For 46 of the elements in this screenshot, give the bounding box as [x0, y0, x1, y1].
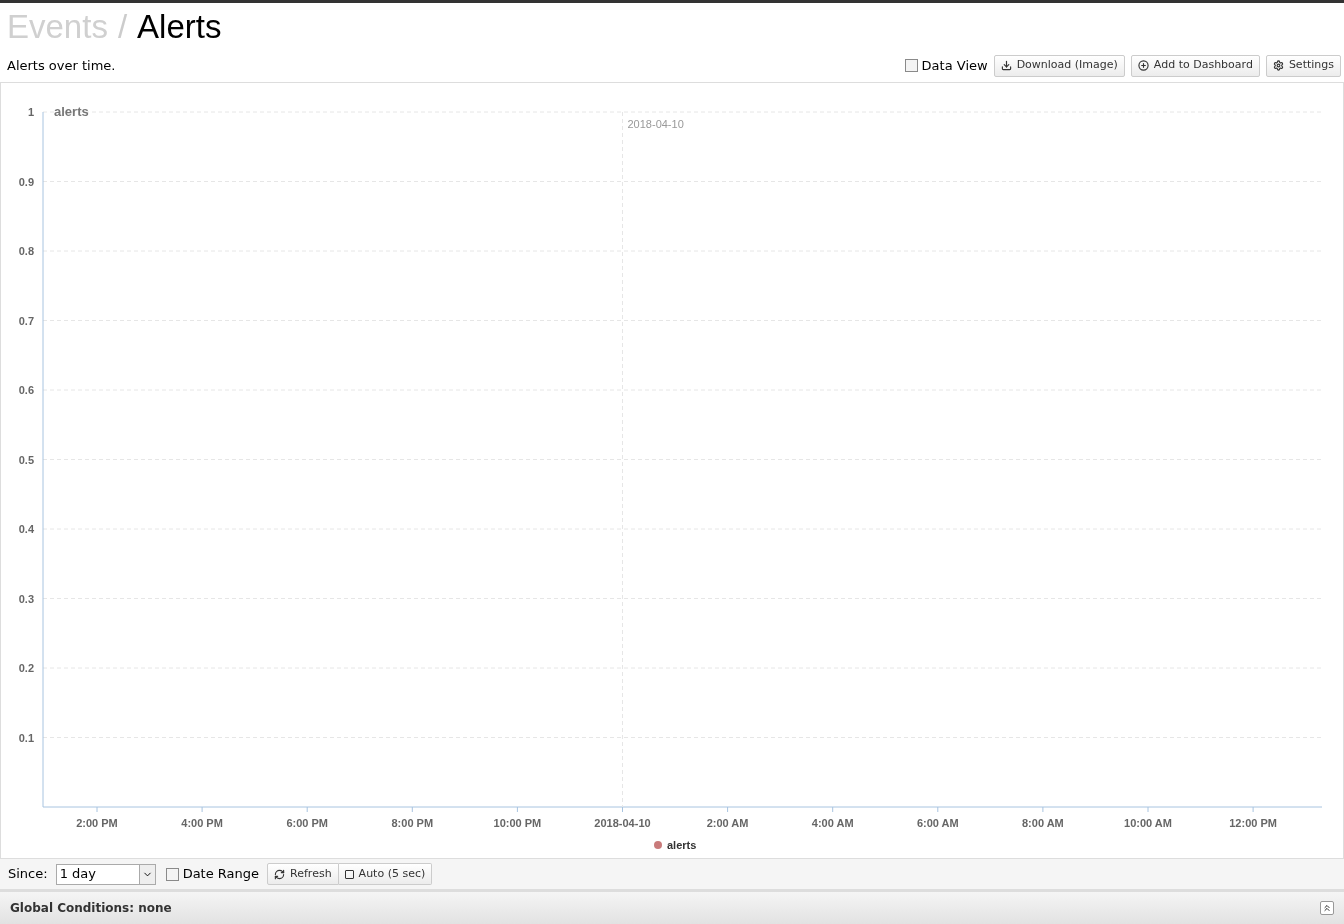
legend-label[interactable]: alerts [667, 839, 697, 851]
y-tick-label: 0.8 [18, 245, 34, 257]
y-tick-label: 0.5 [18, 453, 34, 466]
x-tick-label: 4:00 PM [181, 817, 223, 829]
date-range-label: Date Range [182, 865, 260, 884]
page-description: Alerts over time. [7, 56, 116, 75]
y-tick-label: 0.3 [18, 592, 34, 605]
x-tick-label: 2:00 AM [706, 817, 749, 829]
x-tick-label: 6:00 AM [916, 817, 959, 829]
breadcrumb-separator: / [117, 9, 128, 43]
y-tick-label: 0.2 [18, 662, 34, 674]
chart-title: alerts [54, 104, 89, 119]
since-select[interactable]: 1 day [55, 863, 156, 885]
annotation-label: 2018-04-10 [627, 118, 684, 130]
auto-refresh-button[interactable]: Auto (5 sec) [338, 863, 433, 885]
refresh-button[interactable]: Refresh [267, 863, 339, 885]
x-tick-label: 8:00 PM [391, 817, 434, 829]
data-view-label: Data View [921, 56, 988, 75]
settings-button[interactable]: Settings [1265, 54, 1341, 77]
since-label: Since: [8, 865, 48, 884]
double-chevron-up-icon [1322, 903, 1332, 913]
plus-circle-icon [1137, 60, 1149, 71]
x-tick-label: 12:00 PM [1229, 817, 1277, 829]
y-tick-label: 0.4 [18, 523, 34, 535]
refresh-icon [274, 868, 286, 880]
x-tick-label: 10:00 PM [493, 817, 542, 829]
x-tick-label: 2:00 PM [76, 817, 118, 829]
global-conditions-label: Global Conditions: none [10, 900, 172, 917]
download-button[interactable]: Download (Image) [993, 54, 1125, 77]
x-tick-label: 8:00 AM [1022, 817, 1064, 829]
x-tick-label: 6:00 PM [286, 817, 328, 829]
settings-icon [1272, 60, 1284, 71]
x-tick-label: 10:00 AM [1124, 817, 1172, 829]
y-tick-label: 1 [27, 106, 34, 118]
x-tick-label: 4:00 AM [811, 817, 854, 829]
y-tick-label: 0.7 [18, 314, 34, 327]
date-range-checkbox[interactable] [165, 867, 179, 881]
y-tick-label: 0.1 [18, 731, 34, 744]
download-icon [1000, 60, 1012, 71]
y-tick-label: 0.6 [18, 384, 34, 396]
expand-button[interactable] [1320, 901, 1334, 915]
add-button[interactable]: Add to Dashboard [1130, 54, 1260, 77]
x-tick-label: 2018-04-10 [594, 817, 651, 829]
y-tick-label: 0.9 [18, 175, 34, 188]
page-title: Alerts [137, 9, 222, 43]
data-view-checkbox[interactable] [904, 59, 918, 72]
